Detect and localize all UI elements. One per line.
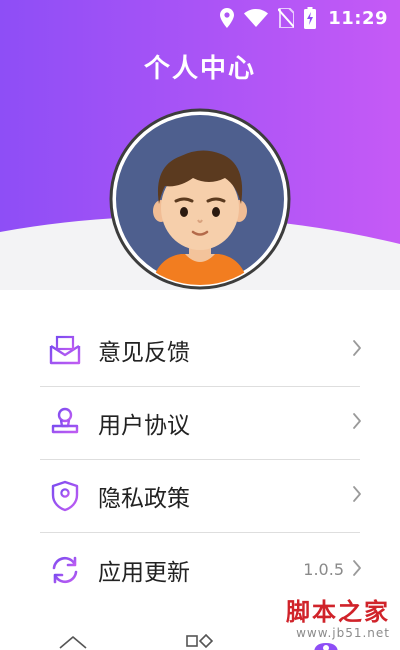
chevron-right-icon (352, 559, 362, 581)
user-avatar-icon (109, 108, 291, 290)
menu-item-app-update[interactable]: 应用更新 1.0.5 (40, 533, 362, 606)
settings-menu: 意见反馈 用户协议 隐私政策 应用更新 1.0.5 (0, 314, 400, 606)
menu-item-privacy-policy[interactable]: 隐私政策 (40, 460, 362, 533)
home-icon[interactable] (58, 634, 88, 650)
app-version: 1.0.5 (303, 560, 344, 579)
watermark-title: 脚本之家 (286, 597, 390, 626)
wifi-icon (244, 9, 269, 27)
menu-item-feedback[interactable]: 意见反馈 (40, 314, 362, 387)
no-sim-icon (278, 8, 295, 28)
avatar[interactable] (109, 108, 291, 290)
watermark: 脚本之家 www.jb51.net (286, 597, 390, 641)
user-agreement-stamp-icon (48, 406, 82, 440)
menu-item-label: 意见反馈 (98, 340, 190, 366)
chevron-right-icon (352, 339, 362, 361)
menu-item-label: 隐私政策 (98, 486, 190, 512)
category-icon[interactable] (186, 633, 214, 650)
watermark-url: www.jb51.net (296, 626, 390, 640)
status-time: 11:29 (328, 7, 388, 29)
status-bar: 11:29 (0, 0, 400, 36)
chevron-right-icon (352, 485, 362, 507)
menu-item-label: 用户协议 (98, 413, 190, 439)
location-icon (220, 8, 235, 28)
feedback-mail-icon (48, 333, 82, 367)
profile-header: 11:29 个人中心 (0, 0, 400, 290)
menu-item-label: 应用更新 (98, 559, 190, 586)
privacy-shield-icon (48, 479, 82, 513)
menu-item-user-agreement[interactable]: 用户协议 (40, 387, 362, 460)
chevron-right-icon (352, 412, 362, 434)
page-title: 个人中心 (143, 54, 256, 84)
refresh-update-icon (48, 553, 82, 587)
battery-charging-icon (304, 7, 317, 29)
